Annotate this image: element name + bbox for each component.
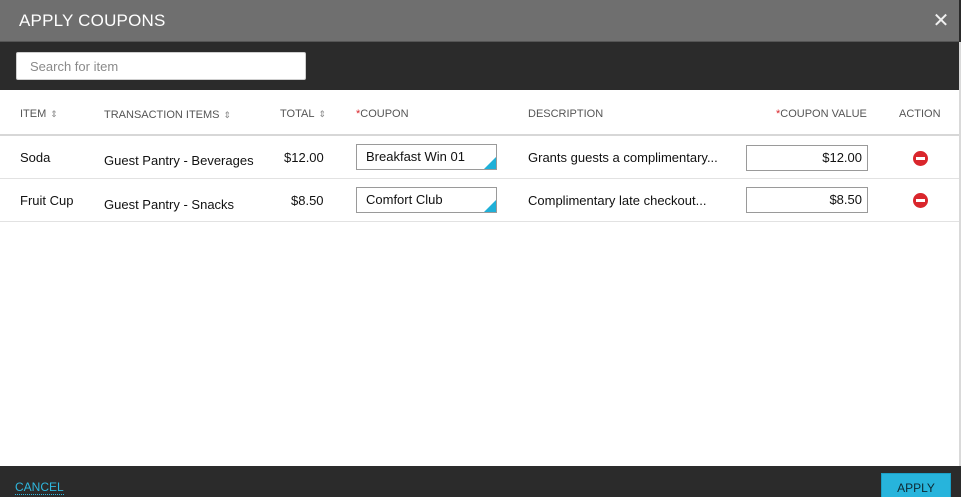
table-row: Fruit Cup Guest Pantry - Snacks $8.50 Co… [0, 179, 961, 222]
header-coupon-value-label: COUPON VALUE [780, 108, 867, 120]
coupon-select-value: Comfort Club [366, 192, 443, 207]
close-icon[interactable]: ✕ [921, 0, 961, 42]
coupon-value-input[interactable]: $8.50 [746, 187, 868, 213]
cell-item: Fruit Cup [20, 193, 74, 208]
cell-transaction-item: Guest Pantry - Snacks [104, 197, 235, 212]
header-coupon-label: COUPON [360, 108, 409, 120]
remove-circle-icon[interactable] [913, 151, 928, 166]
dialog-footer: CANCEL APPLY [0, 466, 961, 497]
dropdown-corner-icon [484, 157, 496, 169]
cell-item: Soda [20, 150, 51, 165]
header-transaction-items[interactable]: TRANSACTION ITEMS ⇕ [104, 109, 231, 121]
header-action: ACTION [899, 108, 941, 120]
cell-description: Complimentary late checkout... [528, 193, 707, 208]
table-row: Soda Guest Pantry - Beverages $12.00 Bre… [0, 136, 961, 179]
coupon-value-input[interactable]: $12.00 [746, 145, 868, 171]
search-input[interactable] [16, 52, 306, 80]
remove-circle-icon[interactable] [913, 193, 928, 208]
coupon-select[interactable]: Breakfast Win 01 [356, 144, 497, 170]
header-description-label: DESCRIPTION [528, 108, 604, 120]
dialog-title: APPLY COUPONS [19, 10, 166, 30]
cell-total: $8.50 [291, 193, 324, 208]
header-total[interactable]: TOTAL ⇕ [280, 108, 326, 120]
table-header: ITEM ⇕ TRANSACTION ITEMS ⇕ TOTAL ⇕ * COU… [0, 90, 961, 136]
header-action-label: ACTION [899, 108, 941, 120]
header-total-label: TOTAL [280, 108, 315, 120]
cell-transaction-item: Guest Pantry - Beverages [104, 153, 254, 168]
header-transaction-items-label: TRANSACTION ITEMS [104, 109, 220, 121]
cancel-button[interactable]: CANCEL [15, 480, 64, 495]
apply-button[interactable]: APPLY [881, 473, 951, 497]
header-coupon: * COUPON [356, 108, 409, 120]
sort-icon[interactable]: ⇕ [224, 110, 232, 120]
header-item-label: ITEM [20, 108, 47, 120]
header-description: DESCRIPTION [528, 108, 603, 120]
header-item[interactable]: ITEM ⇕ [20, 108, 58, 120]
coupon-select-value: Breakfast Win 01 [366, 149, 465, 164]
dropdown-corner-icon [484, 200, 496, 212]
coupons-table: ITEM ⇕ TRANSACTION ITEMS ⇕ TOTAL ⇕ * COU… [0, 90, 961, 222]
coupon-select[interactable]: Comfort Club [356, 187, 497, 213]
cell-total: $12.00 [284, 150, 324, 165]
search-bar [0, 42, 961, 90]
cell-description: Grants guests a complimentary... [528, 150, 718, 165]
sort-icon[interactable]: ⇕ [318, 109, 326, 119]
dialog-header: APPLY COUPONS ✕ [0, 0, 961, 42]
sort-icon[interactable]: ⇕ [50, 109, 58, 119]
header-coupon-value: * COUPON VALUE [776, 108, 867, 120]
